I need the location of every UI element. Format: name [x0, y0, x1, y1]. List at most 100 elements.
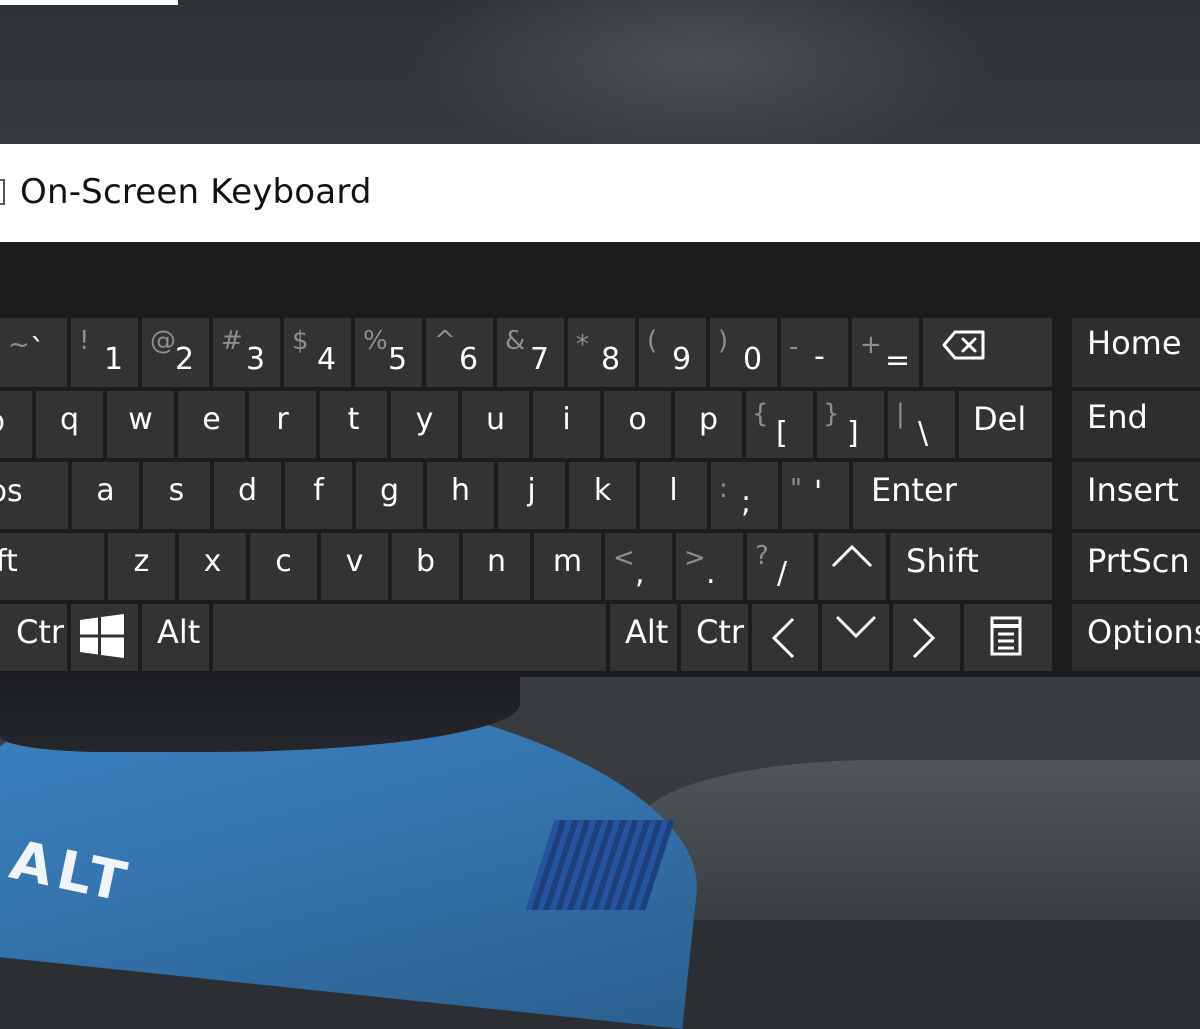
key-shift-char: }	[823, 399, 840, 429]
key-main-char: a	[96, 473, 115, 508]
title-bar[interactable]: On-Screen Keyboard	[0, 144, 1200, 242]
context-menu-key[interactable]	[964, 604, 1052, 671]
right-ctrl-key[interactable]: Ctr	[681, 604, 748, 671]
key-backslash[interactable]: | \	[888, 391, 955, 458]
key-label: Options	[1087, 613, 1200, 651]
key-main-char: g	[379, 473, 400, 508]
key-main-char: 5	[388, 342, 408, 377]
key-7[interactable]: & 7	[497, 318, 564, 387]
key-n[interactable]: n	[463, 533, 530, 600]
key-right-bracket[interactable]: } ]	[817, 391, 884, 458]
key-i[interactable]: i	[533, 391, 600, 458]
key-shift-char: !	[79, 326, 90, 356]
options-key[interactable]: Options	[1072, 604, 1200, 671]
key-1[interactable]: ! 1	[71, 318, 138, 387]
key-r[interactable]: r	[249, 391, 316, 458]
key-shift-char: ?	[755, 541, 769, 571]
home-key[interactable]: Home	[1072, 318, 1200, 387]
down-arrow-key[interactable]	[822, 604, 889, 671]
key-j[interactable]: j	[498, 462, 565, 529]
key-u[interactable]: u	[462, 391, 529, 458]
key-slash[interactable]: ? /	[747, 533, 814, 600]
key-main-char: x	[203, 544, 222, 579]
key-w[interactable]: w	[107, 391, 174, 458]
enter-key[interactable]: Enter	[853, 462, 1052, 529]
key-x[interactable]: x	[179, 533, 246, 600]
key-label: Alt	[625, 613, 669, 651]
key-label: p	[0, 407, 5, 437]
key-main-char: o	[628, 402, 647, 437]
key-t[interactable]: t	[320, 391, 387, 458]
key-m[interactable]: m	[534, 533, 601, 600]
key-q[interactable]: q	[36, 391, 103, 458]
key-main-char: 3	[246, 342, 266, 377]
key-g[interactable]: g	[356, 462, 423, 529]
right-alt-key[interactable]: Alt	[610, 604, 677, 671]
key-o[interactable]: o	[604, 391, 671, 458]
key-main-char: d	[237, 473, 258, 508]
right-arrow-key[interactable]	[893, 604, 960, 671]
key-4[interactable]: $ 4	[284, 318, 351, 387]
key-a[interactable]: a	[72, 462, 139, 529]
key-semicolon[interactable]: : ;	[711, 462, 778, 529]
key-left-bracket[interactable]: { [	[746, 391, 813, 458]
key-label: Del	[973, 400, 1027, 438]
key-main-char: 7	[530, 342, 550, 377]
up-arrow-key[interactable]	[818, 533, 886, 600]
key-minus[interactable]: - -	[781, 318, 848, 387]
key-shift-char: ~	[8, 330, 30, 360]
key-l[interactable]: l	[640, 462, 707, 529]
key-main-char: b	[415, 544, 436, 579]
key-s[interactable]: s	[143, 462, 210, 529]
key-main-char: p	[698, 402, 719, 437]
prtscn-key[interactable]: PrtScn	[1072, 533, 1200, 600]
spacebar-key[interactable]	[213, 604, 606, 671]
key-backtick[interactable]: ~ `	[0, 318, 67, 387]
key-h[interactable]: h	[427, 462, 494, 529]
key-3[interactable]: # 3	[213, 318, 280, 387]
tab-key[interactable]: p	[0, 391, 32, 458]
left-ctrl-key[interactable]: Ctr	[0, 604, 67, 671]
key-main-char: 1	[104, 342, 124, 377]
window-title: On-Screen Keyboard	[20, 172, 372, 212]
key-c[interactable]: c	[250, 533, 317, 600]
backspace-key[interactable]	[923, 318, 1052, 387]
key-comma[interactable]: < ,	[605, 533, 672, 600]
key-shift-char: )	[718, 326, 729, 356]
key-p[interactable]: p	[675, 391, 742, 458]
right-shift-key[interactable]: Shift	[890, 533, 1052, 600]
key-main-char: 9	[672, 342, 692, 377]
key-equals[interactable]: + =	[852, 318, 919, 387]
end-key[interactable]: End	[1072, 391, 1200, 458]
key-label: Shift	[906, 542, 979, 580]
key-8[interactable]: * 8	[568, 318, 635, 387]
key-6[interactable]: ^ 6	[426, 318, 493, 387]
key-label: Ctr	[16, 613, 65, 651]
left-alt-key[interactable]: Alt	[142, 604, 209, 671]
key-b[interactable]: b	[392, 533, 459, 600]
key-main-char: \	[918, 416, 929, 451]
key-5[interactable]: % 5	[355, 318, 422, 387]
key-y[interactable]: y	[391, 391, 458, 458]
key-period[interactable]: > .	[676, 533, 743, 600]
del-key[interactable]: Del	[959, 391, 1052, 458]
key-v[interactable]: v	[321, 533, 388, 600]
left-arrow-key[interactable]	[752, 604, 818, 671]
left-shift-key[interactable]: ft	[0, 533, 104, 600]
key-9[interactable]: ( 9	[639, 318, 706, 387]
key-k[interactable]: k	[569, 462, 636, 529]
windows-key[interactable]	[71, 604, 138, 671]
key-e[interactable]: e	[178, 391, 245, 458]
key-shift-char: *	[576, 330, 589, 360]
wallpaper-car-body-grey	[640, 760, 1200, 920]
key-2[interactable]: @ 2	[142, 318, 209, 387]
key-quote[interactable]: " '	[782, 462, 849, 529]
caps-lock-key[interactable]: ps	[0, 462, 68, 529]
key-d[interactable]: d	[214, 462, 281, 529]
key-main-char: =	[885, 343, 911, 378]
key-0[interactable]: ) 0	[710, 318, 777, 387]
key-z[interactable]: z	[108, 533, 175, 600]
key-main-char: h	[450, 473, 470, 508]
insert-key[interactable]: Insert	[1072, 462, 1200, 529]
key-f[interactable]: f	[285, 462, 352, 529]
